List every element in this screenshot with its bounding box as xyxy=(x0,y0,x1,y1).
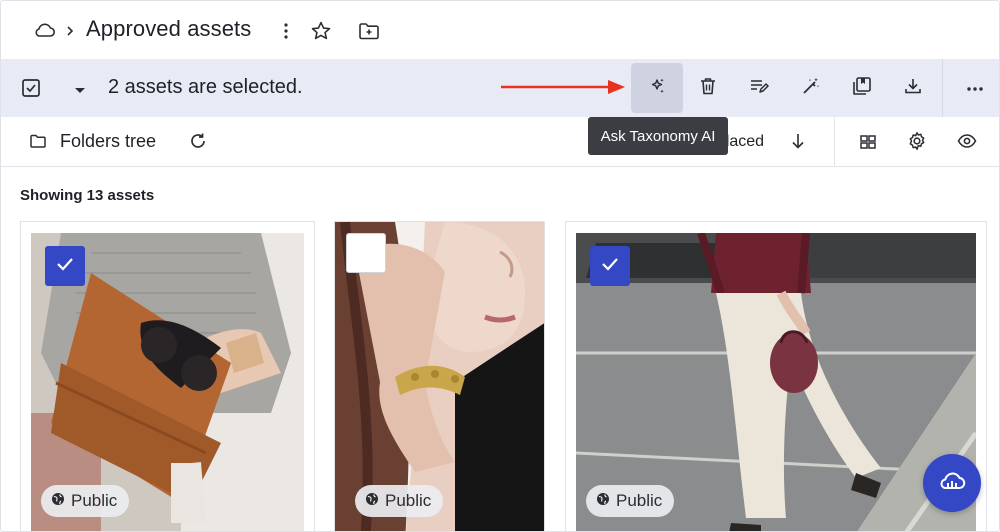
visibility-badge: Public xyxy=(355,485,444,517)
trash-icon xyxy=(699,76,717,101)
magic-wand-icon xyxy=(801,76,821,101)
more-actions-button[interactable] xyxy=(949,63,999,113)
toolbar-divider xyxy=(942,59,943,117)
globe-icon xyxy=(596,491,610,511)
checkmark-icon xyxy=(601,257,619,276)
checkmark-icon xyxy=(56,257,74,276)
visibility-label: Public xyxy=(616,491,663,510)
filters-divider xyxy=(834,117,835,167)
cloud-icon[interactable] xyxy=(33,21,55,44)
more-icon xyxy=(966,79,984,97)
globe-icon xyxy=(51,491,65,511)
asset-card[interactable]: Public xyxy=(334,221,545,531)
copy-to-folder-button[interactable] xyxy=(836,63,888,113)
asset-select-checkbox[interactable] xyxy=(590,246,630,286)
download-button[interactable] xyxy=(887,63,939,113)
copy-icon xyxy=(852,76,872,101)
folders-tree-button[interactable]: Folders tree xyxy=(60,131,156,152)
magic-edit-button[interactable] xyxy=(785,63,837,113)
edit-metadata-button[interactable] xyxy=(733,63,785,113)
grid-view-icon[interactable] xyxy=(859,133,877,156)
page-title: Approved assets xyxy=(86,16,252,41)
asset-count: Showing 13 assets xyxy=(20,187,155,204)
sort-direction-icon[interactable] xyxy=(790,132,806,155)
visibility-badge: Public xyxy=(586,485,675,517)
select-dropdown-caret-icon[interactable] xyxy=(73,83,87,101)
visibility-label: Public xyxy=(71,491,118,510)
selection-count-text: 2 assets are selected. xyxy=(108,76,303,98)
selection-bar: 2 assets are selected. xyxy=(1,59,999,117)
visibility-label: Public xyxy=(385,491,432,510)
page-header: Approved assets xyxy=(1,1,999,59)
tooltip: Ask Taxonomy AI xyxy=(588,117,728,155)
annotation-arrow xyxy=(501,79,629,100)
visibility-badge: Public xyxy=(41,485,130,517)
refresh-icon[interactable] xyxy=(189,132,207,155)
delete-button[interactable] xyxy=(682,63,734,113)
globe-icon xyxy=(365,491,379,511)
eye-icon[interactable] xyxy=(957,133,977,154)
folder-plus-icon[interactable] xyxy=(358,21,380,46)
chevron-right-icon xyxy=(65,24,75,42)
star-icon[interactable] xyxy=(310,20,332,47)
asset-select-checkbox[interactable] xyxy=(346,233,386,273)
filters-bar: Folders tree Last replaced xyxy=(1,117,999,167)
edit-metadata-icon xyxy=(749,77,769,100)
upload-fab-button[interactable] xyxy=(923,454,981,512)
folder-icon[interactable] xyxy=(30,134,46,153)
select-all-checkbox-icon[interactable] xyxy=(21,78,41,103)
cloud-upload-icon xyxy=(938,470,966,497)
gear-icon[interactable] xyxy=(907,131,927,156)
ai-sparkle-icon xyxy=(647,76,667,101)
download-icon xyxy=(904,77,922,100)
asset-card[interactable]: Public xyxy=(20,221,315,531)
app-window: Approved assets 2 assets are selected. A… xyxy=(0,0,1000,532)
asset-select-checkbox[interactable] xyxy=(45,246,85,286)
kebab-icon[interactable] xyxy=(283,22,289,45)
ask-taxonomy-ai-button[interactable] xyxy=(631,63,683,113)
